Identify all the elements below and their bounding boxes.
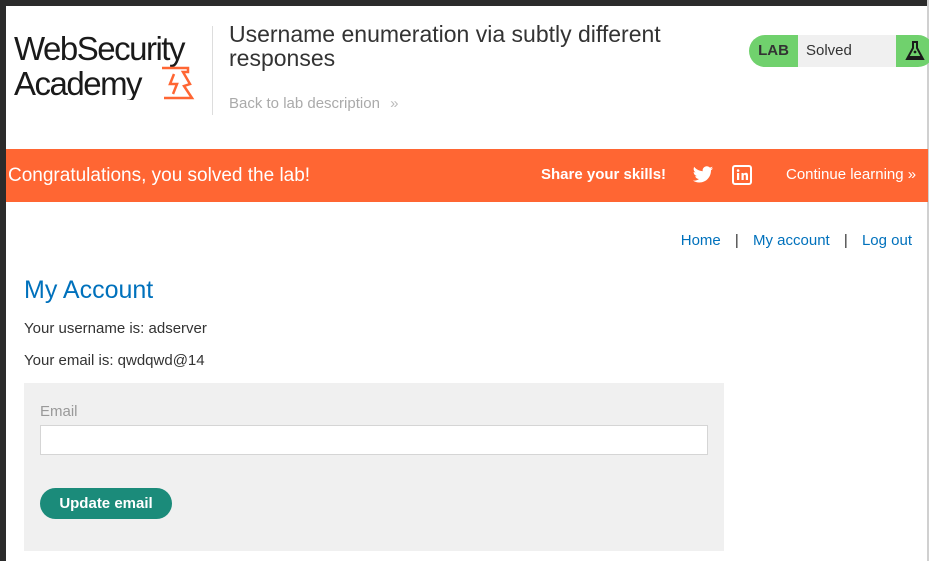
linkedin-icon[interactable] — [732, 165, 752, 185]
solved-banner: Congratulations, you solved the lab! Sha… — [6, 149, 928, 202]
back-link-label: Back to lab description — [229, 95, 380, 112]
congratulations-text: Congratulations, you solved the lab! — [8, 165, 311, 186]
twitter-icon[interactable] — [692, 164, 714, 186]
username-info: Your username is: adserver — [24, 320, 207, 337]
lab-status-badge: LAB Solved — [749, 35, 929, 67]
nav-separator: | — [843, 232, 848, 249]
top-navigation: Home | My account | Log out — [681, 232, 912, 249]
svg-text:WebSecurity: WebSecurity — [14, 30, 186, 67]
share-skills-label: Share your skills! — [541, 166, 667, 183]
lab-badge-label: LAB — [758, 42, 789, 59]
email-label: Email — [40, 403, 78, 420]
email-info: Your email is: qwdqwd@14 — [24, 352, 205, 369]
double-chevron-right-icon: » — [907, 166, 917, 183]
page-title: My Account — [24, 276, 154, 304]
svg-text:Academy: Academy — [14, 65, 143, 100]
email-input[interactable] — [40, 425, 708, 455]
continue-learning-link[interactable]: Continue learning » — [786, 166, 916, 183]
nav-my-account-link[interactable]: My account — [753, 232, 830, 249]
lab-status-text: Solved — [798, 35, 896, 67]
nav-separator: | — [734, 232, 739, 249]
logo-divider — [212, 26, 213, 115]
web-security-academy-logo[interactable]: WebSecurity Academy — [12, 28, 212, 100]
lab-header: WebSecurity Academy Username enumeration… — [6, 6, 929, 149]
nav-home-link[interactable]: Home — [681, 232, 721, 249]
double-chevron-right-icon: » — [390, 95, 399, 112]
nav-log-out-link[interactable]: Log out — [862, 232, 912, 249]
back-to-description-link[interactable]: Back to lab description » — [229, 95, 398, 112]
update-email-button[interactable]: Update email — [40, 488, 172, 519]
change-email-form: Email Update email — [24, 383, 724, 551]
continue-learning-label: Continue learning — [786, 166, 904, 183]
flask-icon — [905, 41, 925, 60]
lab-title: Username enumeration via subtly differen… — [229, 21, 661, 71]
